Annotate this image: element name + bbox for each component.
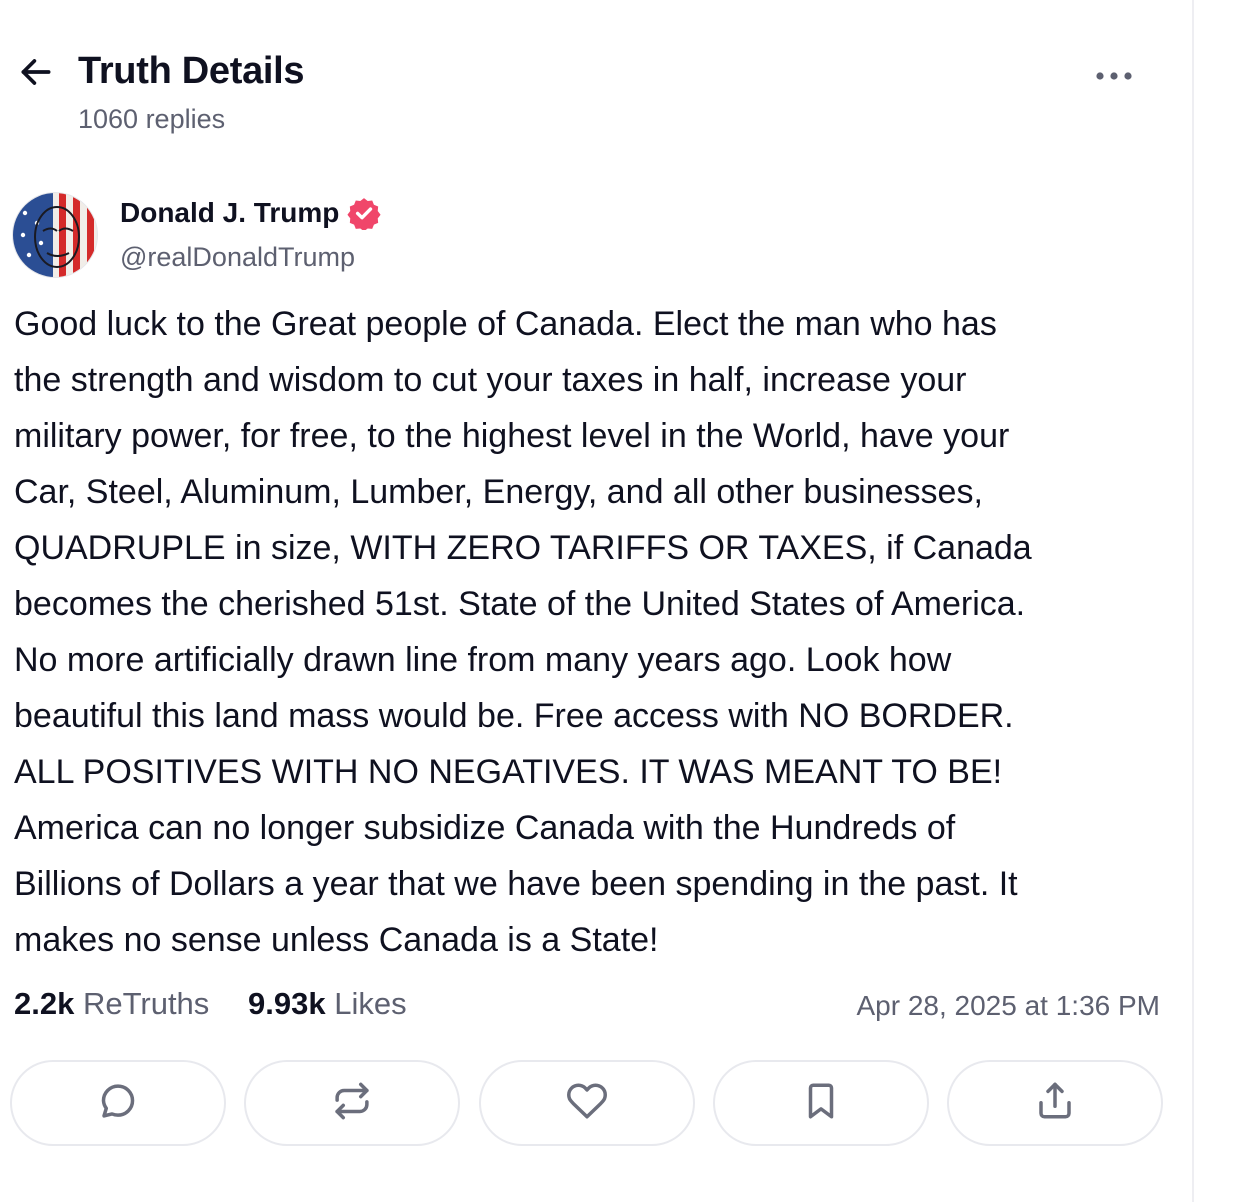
- more-horizontal-icon: [1094, 68, 1134, 86]
- retruth-button[interactable]: [244, 1060, 460, 1146]
- likes-count: 9.93k: [248, 986, 326, 1021]
- bookmark-button[interactable]: [713, 1060, 929, 1146]
- more-options-button[interactable]: [1088, 60, 1140, 94]
- post-timestamp: Apr 28, 2025 at 1:36 PM: [856, 990, 1160, 1021]
- column-divider: [1192, 0, 1194, 1202]
- post-line: ALL POSITIVES WITH NO NEGATIVES. IT WAS …: [14, 753, 1003, 791]
- reply-button[interactable]: [10, 1060, 226, 1146]
- arrow-left-icon: [17, 53, 55, 96]
- heart-icon: [566, 1080, 608, 1127]
- post-line: Car, Steel, Aluminum, Lumber, Energy, an…: [14, 473, 983, 511]
- post-line: QUADRUPLE in size, WITH ZERO TARIFFS OR …: [14, 529, 1032, 567]
- avatar[interactable]: [12, 192, 98, 278]
- comment-icon: [97, 1080, 139, 1127]
- post-line: Good luck to the Great people of Canada.…: [14, 305, 997, 343]
- repost-icon: [331, 1080, 373, 1127]
- post-line: the strength and wisdom to cut your taxe…: [14, 361, 967, 399]
- share-icon: [1034, 1080, 1076, 1127]
- share-button[interactable]: [947, 1060, 1163, 1146]
- likes-stat[interactable]: 9.93k Likes: [248, 986, 407, 1022]
- retruths-count: 2.2k: [14, 986, 75, 1021]
- likes-label: Likes: [334, 986, 407, 1021]
- post-line: military power, for free, to the highest…: [14, 417, 1010, 455]
- post-line: beautiful this land mass would be. Free …: [14, 697, 1014, 735]
- post-line: makes no sense unless Canada is a State!: [14, 921, 659, 959]
- author-name-text: Donald J. Trump: [120, 197, 340, 228]
- post-line: America can no longer subsidize Canada w…: [14, 809, 956, 847]
- retruths-stat[interactable]: 2.2k ReTruths: [14, 986, 209, 1022]
- reply-count: 1060 replies: [78, 104, 226, 134]
- author-name[interactable]: Donald J. Trump: [120, 196, 381, 230]
- back-button[interactable]: [14, 52, 58, 96]
- verified-badge-icon: [347, 196, 381, 230]
- post-line: becomes the cherished 51st. State of the…: [14, 585, 1026, 623]
- page-title: Truth Details: [78, 50, 305, 92]
- retruths-label: ReTruths: [82, 986, 210, 1021]
- post-line: Billions of Dollars a year that we have …: [14, 865, 1018, 903]
- author-handle[interactable]: @realDonaldTrump: [120, 242, 355, 273]
- truth-details-page: Truth Details 1060 replies Donald J. Tru…: [0, 0, 1252, 1202]
- post-line: No more artificially drawn line from man…: [14, 641, 952, 679]
- bookmark-icon: [800, 1080, 842, 1127]
- like-button[interactable]: [479, 1060, 695, 1146]
- post-body: Good luck to the Great people of Canada.…: [14, 296, 1184, 968]
- stats-row: 2.2k ReTruths 9.93k Likes Apr 28, 2025 a…: [14, 986, 1164, 1030]
